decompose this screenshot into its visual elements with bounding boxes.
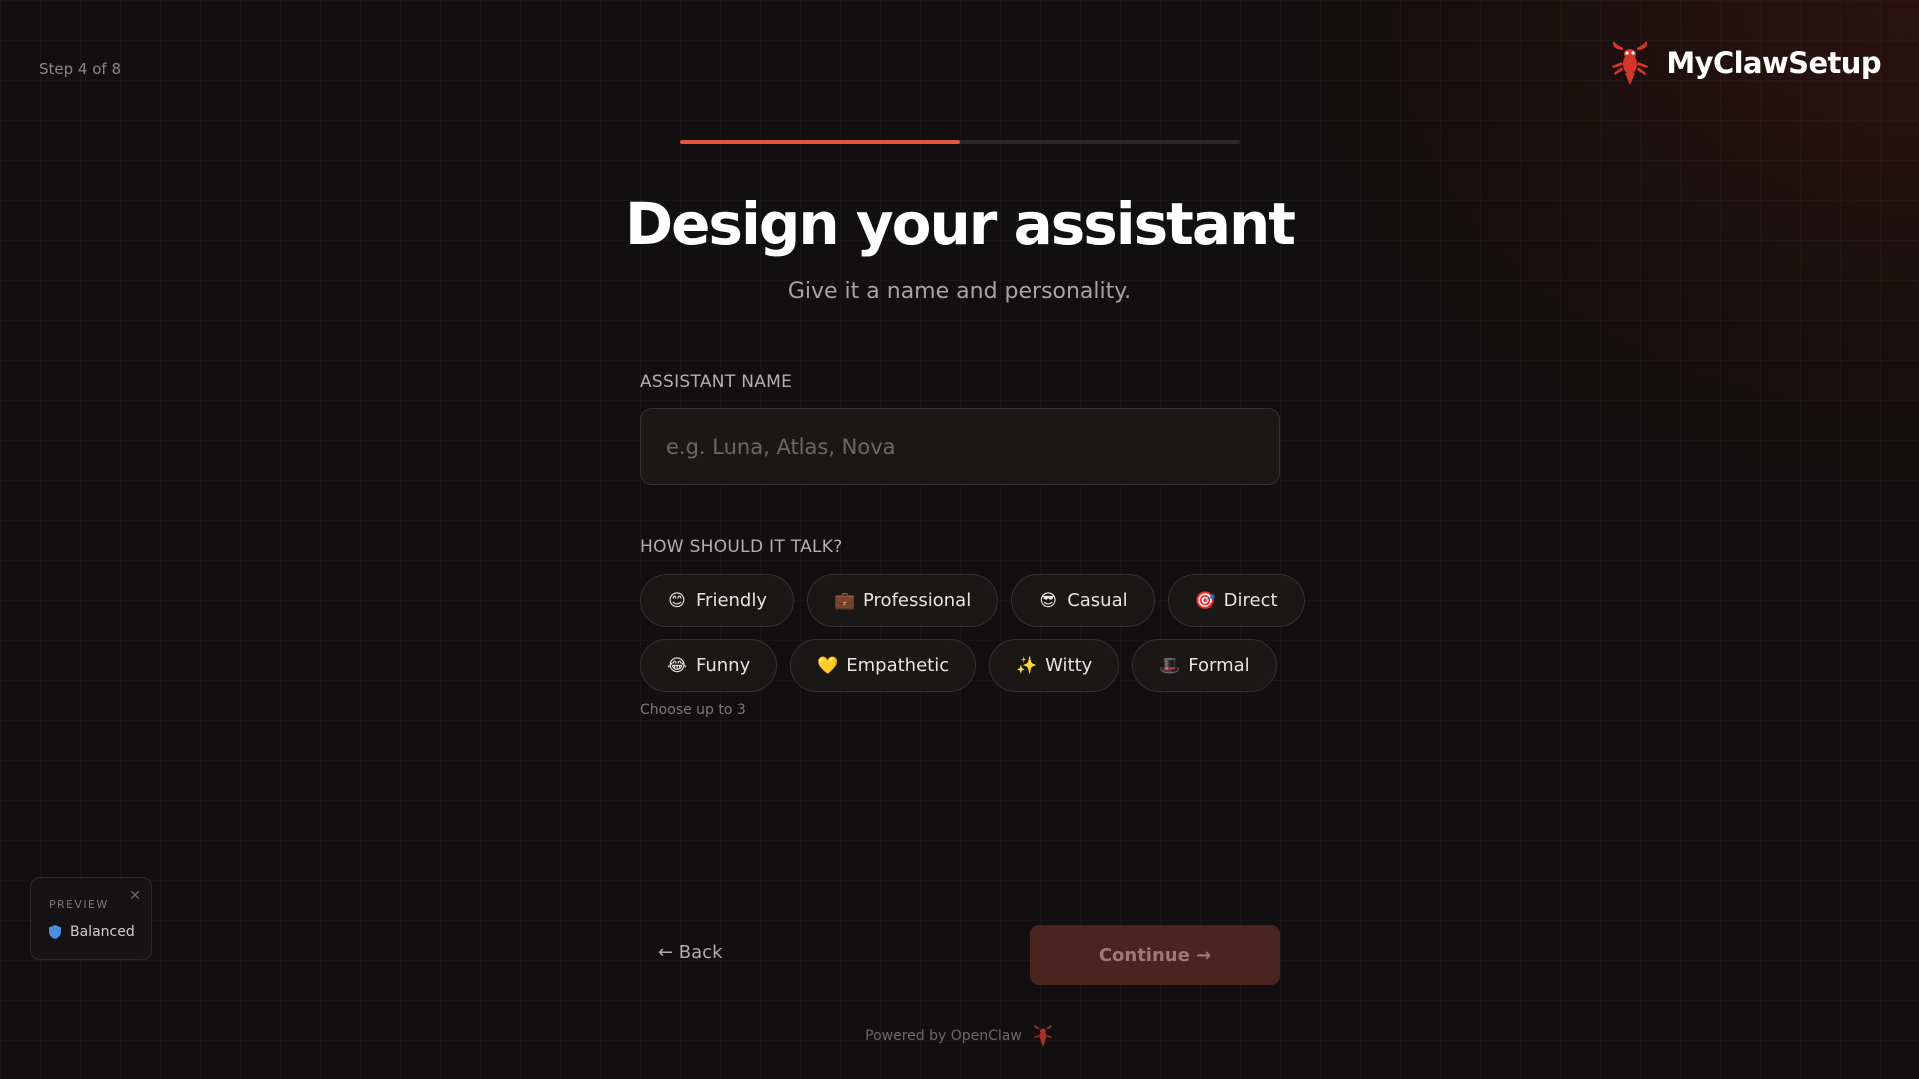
assistant-name-input[interactable] [640,408,1280,485]
target-icon: 🎯 [1194,590,1216,611]
brand: MyClawSetup [1608,40,1882,86]
preview-panel: PREVIEW ✕ Balanced [30,877,152,960]
sunglasses-icon: 😎 [1039,590,1058,611]
powered-by-text: Powered by OpenClaw [865,1027,1022,1044]
chip-label: Empathetic [846,655,950,676]
smile-icon: 😊 [668,590,686,611]
tone-label: HOW SHOULD IT TALK? [640,537,843,557]
assistant-name-label: ASSISTANT NAME [640,372,793,392]
step-indicator: Step 4 of 8 [39,60,122,78]
chip-label: Casual [1067,590,1128,611]
tone-chip-friendly[interactable]: 😊 Friendly [640,574,795,627]
tone-hint: Choose up to 3 [640,702,746,718]
top-hat-icon: 🎩 [1159,655,1181,676]
chip-label: Funny [696,655,751,676]
back-button[interactable]: ← Back [658,942,723,963]
laughing-icon: 😂 [667,655,687,676]
progress-bar [680,140,1240,144]
continue-button[interactable]: Continue → [1030,925,1280,985]
chip-label: Friendly [696,590,768,611]
tone-chip-direct[interactable]: 🎯 Direct [1167,574,1305,627]
tone-chip-funny[interactable]: 😂 Funny [640,639,778,692]
tone-chips-row-1: 😊 Friendly 💼 Professional 😎 Casual 🎯 Dir… [640,574,1305,627]
tone-chip-casual[interactable]: 😎 Casual [1011,574,1155,627]
sparkles-icon: ✨ [1016,655,1038,676]
tone-chip-professional[interactable]: 💼 Professional [807,574,999,627]
chip-label: Direct [1223,590,1278,611]
tone-chip-formal[interactable]: 🎩 Formal [1132,639,1277,692]
preview-row: Balanced [49,924,135,940]
progress-fill [680,140,960,144]
lobster-small-icon [1033,1024,1052,1047]
tone-chip-witty[interactable]: ✨ Witty [989,639,1120,692]
page-title: Design your assistant [624,190,1296,258]
tone-chips-row-2: 😂 Funny 💛 Empathetic ✨ Witty 🎩 Formal [640,639,1277,692]
shield-icon [49,925,61,939]
preview-label: PREVIEW [49,898,109,911]
page-subtitle: Give it a name and personality. [787,279,1132,304]
chip-label: Professional [863,590,972,611]
tone-chip-empathetic[interactable]: 💛 Empathetic [790,639,977,692]
close-icon[interactable]: ✕ [129,888,141,904]
preview-value: Balanced [70,924,135,940]
lobster-logo-icon [1612,41,1649,85]
brand-name: MyClawSetup [1666,46,1881,80]
footer: Powered by OpenClaw [0,1024,1919,1047]
chip-label: Witty [1045,655,1093,676]
chip-label: Formal [1188,655,1250,676]
heart-icon: 💛 [817,655,839,676]
briefcase-icon: 💼 [834,590,856,611]
continue-label: Continue → [1098,944,1212,966]
